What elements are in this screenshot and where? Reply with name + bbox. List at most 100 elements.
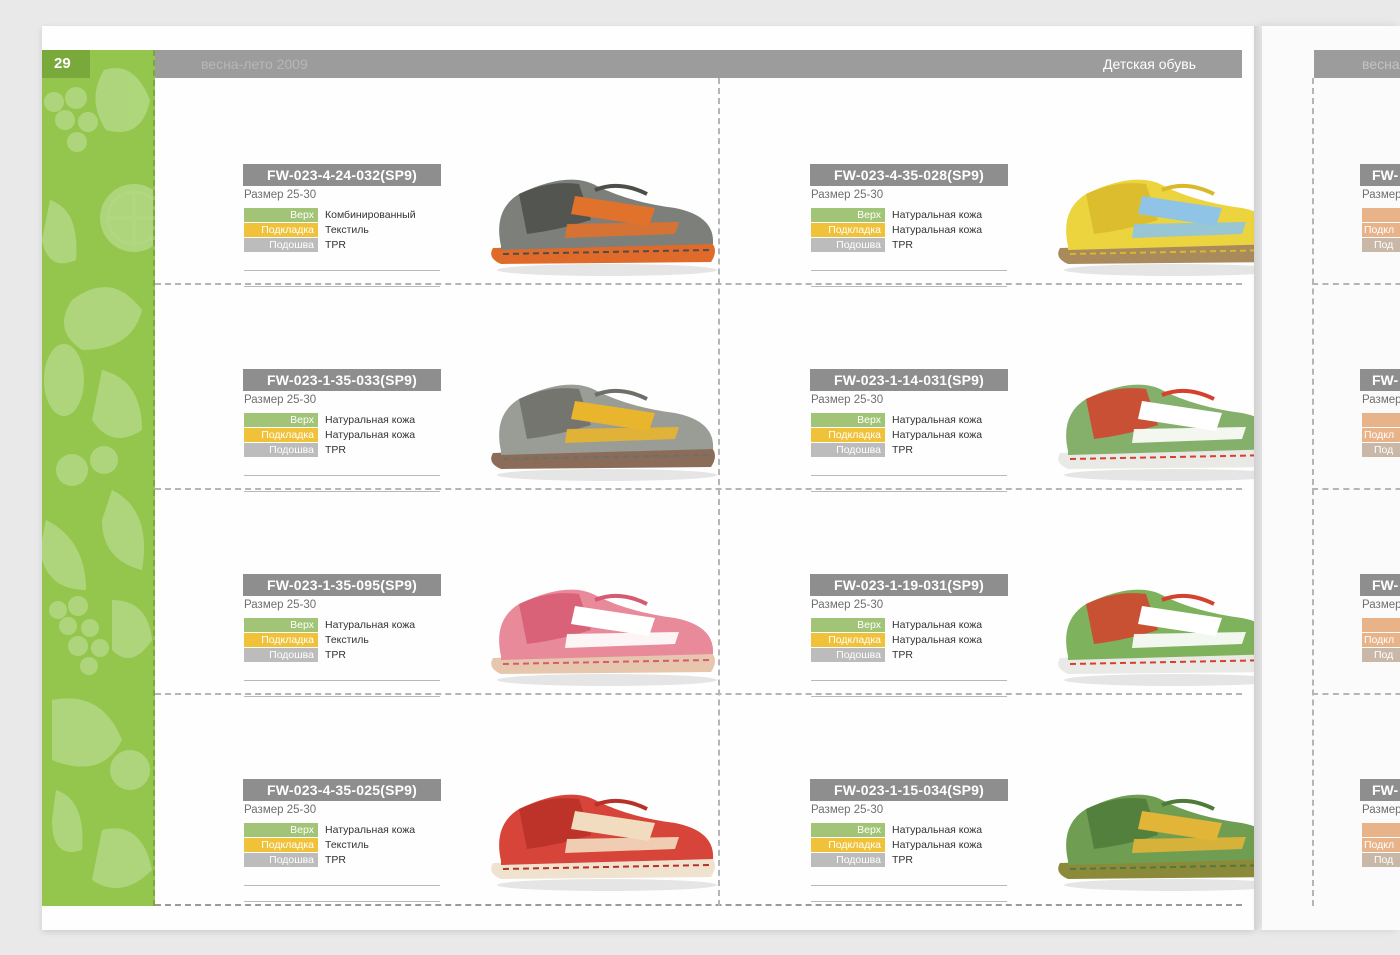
product-card: FW-023-1-14-031(SP9) Размер 25-30 Верх Нату… xyxy=(810,369,1330,569)
spec-value-lining: Текстиль xyxy=(325,634,369,646)
spec-label-lining: Подкладка xyxy=(244,428,318,442)
spec-value-upper: Натуральная кожа xyxy=(892,209,983,221)
product-card: FW-023-1-15-034(SP9) Размер 25-30 Верх Нату… xyxy=(810,779,1330,955)
next-page-size: Размер xyxy=(1362,394,1400,406)
spec-label-upper: Верх xyxy=(244,208,318,222)
spec-value-sole: TPR xyxy=(892,649,913,661)
product-code: FW-023-1-19-031(SP9) xyxy=(810,574,1008,596)
product-card: FW-023-1-35-033(SP9) Размер 25-30 Верх Нату… xyxy=(243,369,763,569)
next-page-spec-bar xyxy=(1362,618,1400,632)
product-code: FW-023-1-35-033(SP9) xyxy=(243,369,441,391)
note-line xyxy=(811,286,1007,287)
next-page-code: FW- xyxy=(1360,164,1400,186)
next-page-edge: весна FW- Размер Подкл Под FW- Размер Подкл Под… xyxy=(1262,26,1400,930)
spec-value-lining: Натуральная кожа xyxy=(892,839,983,851)
product-code: FW-023-1-14-031(SP9) xyxy=(810,369,1008,391)
product-card: FW-023-4-35-025(SP9) Размер 25-30 Верх Нату… xyxy=(243,779,763,955)
spec-label-sole: Подошва xyxy=(244,853,318,867)
note-line xyxy=(244,680,440,681)
product-card: FW-023-4-24-032(SP9) Размер 25-30 Верх Комб… xyxy=(243,164,763,364)
note-line xyxy=(811,475,1007,476)
product-size: Размер 25-30 xyxy=(811,804,884,816)
note-line xyxy=(244,286,440,287)
header-bar: весна-лето 2009 Детская обувь xyxy=(155,50,1242,78)
note-line xyxy=(244,475,440,476)
spec-label-sole: Подошва xyxy=(811,443,885,457)
product-size: Размер 25-30 xyxy=(244,599,317,611)
season-label: весна-лето 2009 xyxy=(201,56,308,72)
next-page-spec-bar xyxy=(1362,823,1400,837)
product-code: FW-023-1-35-095(SP9) xyxy=(243,574,441,596)
product-grid: FW-023-4-24-032(SP9) Размер 25-30 Верх Комб… xyxy=(155,78,1284,906)
page-number: 29 xyxy=(42,50,90,78)
note-line xyxy=(811,696,1007,697)
spec-label-lining: Подкладка xyxy=(244,838,318,852)
spec-value-lining: Натуральная кожа xyxy=(325,429,416,441)
next-page-lining: Подкл xyxy=(1362,633,1400,647)
note-line xyxy=(811,885,1007,886)
note-line xyxy=(244,696,440,697)
spec-value-upper: Натуральная кожа xyxy=(325,414,416,426)
next-page-spec-bar xyxy=(1362,413,1400,427)
fruit-silhouettes-decoration xyxy=(42,68,153,888)
note-line xyxy=(244,901,440,902)
spec-label-lining: Подкладка xyxy=(811,633,885,647)
spec-value-lining: Натуральная кожа xyxy=(892,634,983,646)
spec-value-upper: Комбинированный xyxy=(325,209,416,221)
spec-label-sole: Подошва xyxy=(811,238,885,252)
book-spine xyxy=(1254,26,1262,930)
note-line xyxy=(244,491,440,492)
spec-label-upper: Верх xyxy=(811,618,885,632)
section-title: Детская обувь xyxy=(1103,56,1196,72)
next-page-size: Размер xyxy=(1362,804,1400,816)
spec-label-lining: Подкладка xyxy=(811,838,885,852)
spec-label-upper: Верх xyxy=(244,618,318,632)
product-size: Размер 25-30 xyxy=(811,189,884,201)
product-size: Размер 25-30 xyxy=(811,599,884,611)
product-size: Размер 25-30 xyxy=(244,804,317,816)
product-size: Размер 25-30 xyxy=(244,189,317,201)
note-line xyxy=(811,491,1007,492)
product-code: FW-023-1-15-034(SP9) xyxy=(810,779,1008,801)
product-card: FW-023-4-35-028(SP9) Размер 25-30 Верх Нату… xyxy=(810,164,1330,364)
note-line xyxy=(811,901,1007,902)
next-page-size: Размер xyxy=(1362,189,1400,201)
spec-value-sole: TPR xyxy=(325,854,346,866)
next-page-sole: Под xyxy=(1362,238,1400,252)
spec-label-sole: Подошва xyxy=(811,853,885,867)
spec-label-sole: Подошва xyxy=(244,443,318,457)
shoe-icon xyxy=(491,794,717,891)
next-page-card: FW- Размер Подкл Под xyxy=(1360,574,1400,694)
spec-value-lining: Натуральная кожа xyxy=(892,224,983,236)
spec-value-sole: TPR xyxy=(892,239,913,251)
spec-value-sole: TPR xyxy=(892,854,913,866)
next-page-lining: Подкл xyxy=(1362,428,1400,442)
catalog-page: 29 весна-лето 2009 Детская обувь FW-023-… xyxy=(42,26,1284,930)
shoe-icon xyxy=(491,179,717,276)
next-page-season: весна xyxy=(1362,56,1400,72)
spec-value-upper: Натуральная кожа xyxy=(892,619,983,631)
product-code: FW-023-4-35-025(SP9) xyxy=(243,779,441,801)
product-size: Размер 25-30 xyxy=(244,394,317,406)
spec-value-sole: TPR xyxy=(325,649,346,661)
spec-label-lining: Подкладка xyxy=(244,633,318,647)
spec-label-upper: Верх xyxy=(244,413,318,427)
spec-label-lining: Подкладка xyxy=(244,223,318,237)
shoe-photo xyxy=(479,765,729,893)
spec-label-sole: Подошва xyxy=(811,648,885,662)
note-line xyxy=(811,270,1007,271)
next-page-code: FW- xyxy=(1360,779,1400,801)
shoe-photo xyxy=(479,355,729,483)
note-line xyxy=(244,270,440,271)
spec-value-sole: TPR xyxy=(325,444,346,456)
spec-value-lining: Натуральная кожа xyxy=(892,429,983,441)
product-code: FW-023-4-35-028(SP9) xyxy=(810,164,1008,186)
spec-label-lining: Подкладка xyxy=(811,223,885,237)
spec-label-upper: Верх xyxy=(244,823,318,837)
next-page-card: FW- Размер Подкл Под xyxy=(1360,164,1400,284)
spec-label-upper: Верх xyxy=(811,823,885,837)
spec-label-sole: Подошва xyxy=(244,648,318,662)
next-page-code: FW- xyxy=(1360,369,1400,391)
spec-value-lining: Текстиль xyxy=(325,224,369,236)
product-code: FW-023-4-24-032(SP9) xyxy=(243,164,441,186)
